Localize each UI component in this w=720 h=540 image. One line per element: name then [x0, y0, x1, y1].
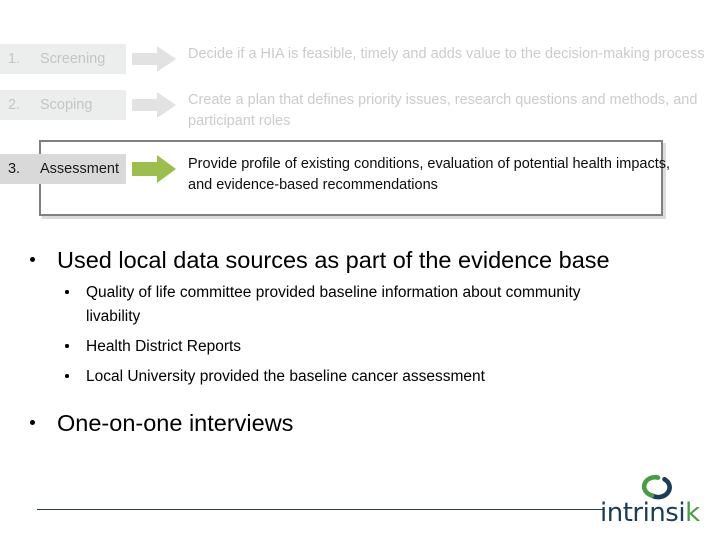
wordmark-accent: k — [685, 498, 700, 528]
step-description: Decide if a HIA is feasible, timely and … — [188, 46, 705, 62]
bullet-dot-icon — [30, 420, 35, 425]
step-number: 3. — [0, 154, 28, 184]
sub-bullet-list: Quality of life committee provided basel… — [0, 281, 720, 389]
intrinsik-wordmark: intrinsik — [600, 498, 712, 528]
footer-divider — [37, 509, 603, 510]
step-name: Screening — [28, 44, 126, 74]
step-description: Create a plan that defines priority issu… — [188, 92, 698, 129]
step-name: Assessment — [28, 154, 126, 184]
bullet-evidence-base: Used local data sources as part of the e… — [0, 246, 720, 275]
bullet-text: One-on-one interviews — [57, 410, 294, 436]
process-step-assessment: 3. Assessment Provide profile of existin… — [0, 154, 720, 196]
wordmark-main: intrinsi — [600, 498, 686, 528]
bullet-dot-icon — [30, 257, 35, 262]
step-number: 2. — [0, 90, 28, 120]
step-description: Provide profile of existing conditions, … — [188, 156, 671, 193]
sub-bullet-text: Local University provided the baseline c… — [86, 368, 485, 385]
sub-bullet-text: Health District Reports — [86, 338, 242, 355]
bullet-dot-icon — [65, 374, 69, 378]
process-step-screening: 1. Screening Decide if a HIA is feasible… — [0, 44, 720, 74]
step-name: Scoping — [28, 90, 126, 120]
bullet-one-on-one-interviews: One-on-one interviews — [0, 409, 720, 438]
bullet-dot-icon — [65, 290, 69, 294]
right-arrow-icon — [132, 90, 178, 120]
bullet-dot-icon — [65, 344, 69, 348]
intrinsik-logo: intrinsik — [600, 472, 712, 532]
list-item: Quality of life committee provided basel… — [0, 281, 720, 329]
list-item: Health District Reports — [0, 335, 720, 359]
intrinsik-ring-icon — [638, 474, 672, 500]
slide-body: Used local data sources as part of the e… — [0, 246, 720, 442]
process-step-scoping: 2. Scoping Create a plan that defines pr… — [0, 90, 720, 132]
step-number: 1. — [0, 44, 28, 74]
sub-bullet-text: Quality of life committee provided basel… — [86, 284, 581, 325]
right-arrow-icon — [132, 154, 178, 184]
right-arrow-icon — [132, 44, 178, 74]
bullet-text: Used local data sources as part of the e… — [57, 247, 610, 273]
list-item: Local University provided the baseline c… — [0, 365, 720, 389]
hia-process-diagram: 1. Screening Decide if a HIA is feasible… — [0, 0, 720, 230]
